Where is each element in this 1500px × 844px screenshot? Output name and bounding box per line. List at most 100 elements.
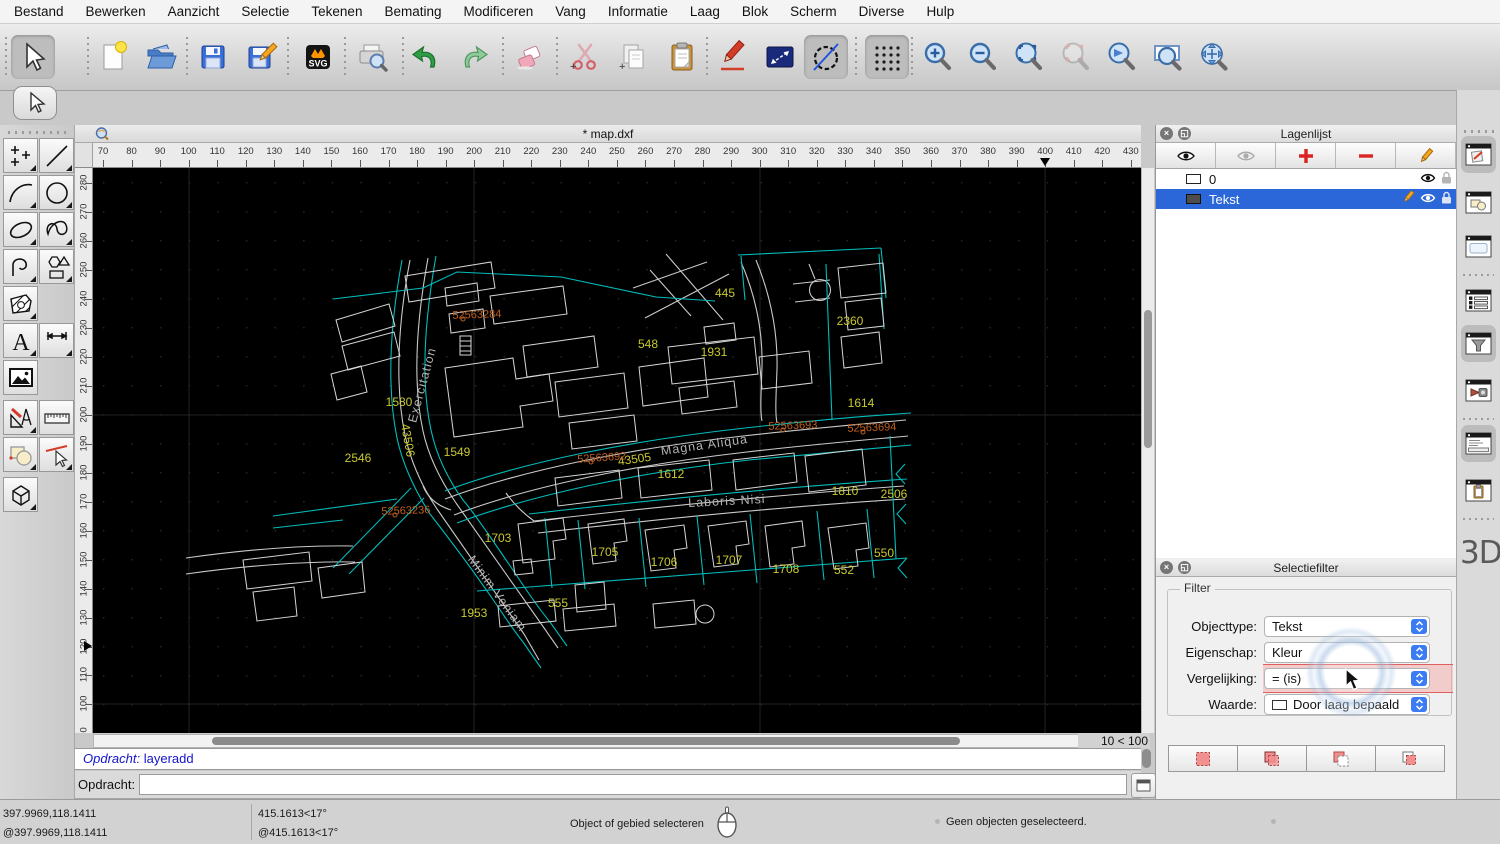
zoom-window-button[interactable] xyxy=(1146,35,1190,79)
drafting-tool[interactable] xyxy=(3,400,38,435)
edit-layer-button[interactable] xyxy=(1396,143,1456,168)
menu-bestand[interactable]: Bestand xyxy=(14,4,64,19)
measure-tool[interactable] xyxy=(39,400,74,435)
command-input[interactable] xyxy=(139,774,1127,795)
eraser-button[interactable] xyxy=(508,35,552,79)
dropdown-stepper[interactable] xyxy=(1411,671,1427,686)
zoom-selection-button[interactable] xyxy=(1054,35,1098,79)
layer-edit-icon[interactable] xyxy=(1401,191,1415,204)
svg-export-button[interactable]: SVG xyxy=(296,35,340,79)
pan-button[interactable] xyxy=(1192,35,1236,79)
v-ruler[interactable]: 2802702602502402302202102001901801701601… xyxy=(75,168,93,733)
v-scrollbar-thumb[interactable] xyxy=(1144,310,1152,448)
save-as-button[interactable] xyxy=(239,35,283,79)
dropdown-stepper[interactable] xyxy=(1411,697,1427,712)
image-tool[interactable] xyxy=(3,360,38,395)
selection-add-button[interactable] xyxy=(1238,746,1307,771)
menu-aanzicht[interactable]: Aanzicht xyxy=(168,4,220,19)
clipboard-palette-button[interactable] xyxy=(1461,472,1496,509)
polyline-tool[interactable] xyxy=(3,249,38,284)
dimension-button[interactable] xyxy=(758,35,802,79)
command-window-button[interactable] xyxy=(1131,773,1156,798)
zoom-previous-button[interactable] xyxy=(1100,35,1144,79)
menu-bemating[interactable]: Bemating xyxy=(384,4,441,19)
layer-list-palette-button[interactable] xyxy=(1461,282,1496,319)
shapes-palette-button[interactable] xyxy=(1461,184,1496,221)
palette-handle[interactable] xyxy=(8,131,66,134)
points-tool[interactable] xyxy=(3,138,38,173)
print-preview-button[interactable] xyxy=(350,35,394,79)
menu-selectie[interactable]: Selectie xyxy=(241,4,289,19)
circle-tool[interactable] xyxy=(39,175,74,210)
blank-palette-button[interactable] xyxy=(1461,228,1496,265)
zoom-extents-button[interactable] xyxy=(1007,35,1051,79)
remove-layer-button[interactable] xyxy=(1336,143,1396,168)
text-tool[interactable]: A xyxy=(3,323,38,358)
layer-lock-icon[interactable] xyxy=(1441,191,1452,204)
h-ruler[interactable]: 7080901001101201301401501601701801902002… xyxy=(93,143,1141,168)
filter-palette-button[interactable] xyxy=(1461,325,1496,362)
select-tool-button[interactable] xyxy=(13,86,57,120)
layer-visible-icon[interactable] xyxy=(1420,172,1436,184)
line-tool[interactable] xyxy=(39,138,74,173)
zoom-in-button[interactable] xyxy=(916,35,960,79)
polygon-tool[interactable] xyxy=(39,249,74,284)
show-layer-button[interactable] xyxy=(1156,143,1216,168)
select-cursor-button[interactable] xyxy=(11,35,55,79)
hatch-tool[interactable] xyxy=(3,286,38,321)
drawing-canvas[interactable]: 4452360548193116141580254615494350643505… xyxy=(93,168,1141,733)
h-scrollbar[interactable] xyxy=(93,734,1083,748)
strip-handle[interactable] xyxy=(1464,130,1494,133)
cut-button[interactable]: + xyxy=(563,35,607,79)
filter-dropdown-vergelijking[interactable]: = (is) xyxy=(1264,668,1430,689)
menu-hulp[interactable]: Hulp xyxy=(926,4,954,19)
menu-scherm[interactable]: Scherm xyxy=(790,4,837,19)
dimension-tool[interactable] xyxy=(39,323,74,358)
grid-toggle-button[interactable] xyxy=(865,35,909,79)
redo-button[interactable] xyxy=(451,35,495,79)
v-scrollbar[interactable] xyxy=(1141,168,1154,733)
menu-modificeren[interactable]: Modificeren xyxy=(464,4,534,19)
menu-informatie[interactable]: Informatie xyxy=(608,4,668,19)
drawing-tools-palette-button[interactable] xyxy=(1461,136,1496,173)
menu-laag[interactable]: Laag xyxy=(690,4,720,19)
layer-row-0[interactable]: 0 xyxy=(1156,169,1456,189)
filter-dropdown-waarde[interactable]: Door laag bepaald xyxy=(1264,694,1430,715)
h-scrollbar-thumb[interactable] xyxy=(212,737,960,745)
spline-tool[interactable] xyxy=(39,212,74,247)
filter-dropdown-objecttype[interactable]: Tekst xyxy=(1264,616,1430,637)
ellipse-tool[interactable] xyxy=(3,212,38,247)
circle-diagonal-toggle-button[interactable] xyxy=(804,35,848,79)
3d-label[interactable]: 3D xyxy=(1460,535,1500,571)
projector-palette-button[interactable] xyxy=(1461,372,1496,409)
hide-layer-button[interactable] xyxy=(1216,143,1276,168)
open-folder-button[interactable] xyxy=(139,35,183,79)
cube-3d-tool[interactable] xyxy=(3,477,38,512)
layer-lock-icon[interactable] xyxy=(1441,171,1452,184)
layer-color-swatch[interactable] xyxy=(1186,194,1201,204)
trim-tool[interactable] xyxy=(39,437,74,472)
undo-button[interactable] xyxy=(405,35,449,79)
dropdown-stepper[interactable] xyxy=(1411,645,1427,660)
layer-row-tekst[interactable]: Tekst xyxy=(1156,189,1456,209)
layer-visible-icon[interactable] xyxy=(1420,192,1436,204)
layer-color-swatch[interactable] xyxy=(1186,174,1201,184)
command-palette-button[interactable] xyxy=(1461,425,1496,462)
copy-button[interactable]: + xyxy=(611,35,655,79)
history-scrollbar-thumb[interactable] xyxy=(1142,749,1151,768)
draw-pencil-button[interactable] xyxy=(711,35,755,79)
boolean-tool[interactable] xyxy=(3,437,38,472)
menu-tekenen[interactable]: Tekenen xyxy=(311,4,362,19)
filter-dropdown-eigenschap[interactable]: Kleur xyxy=(1264,642,1430,663)
zoom-out-button[interactable] xyxy=(961,35,1005,79)
selection-intersect-button[interactable] xyxy=(1376,746,1444,771)
save-button[interactable] xyxy=(191,35,235,79)
menu-blok[interactable]: Blok xyxy=(742,4,768,19)
selection-subtract-button[interactable] xyxy=(1307,746,1376,771)
menu-vang[interactable]: Vang xyxy=(555,4,586,19)
menu-bewerken[interactable]: Bewerken xyxy=(86,4,146,19)
paste-button[interactable] xyxy=(660,35,704,79)
menu-diverse[interactable]: Diverse xyxy=(859,4,905,19)
dropdown-stepper[interactable] xyxy=(1411,619,1427,634)
selection-new-button[interactable] xyxy=(1169,746,1238,771)
